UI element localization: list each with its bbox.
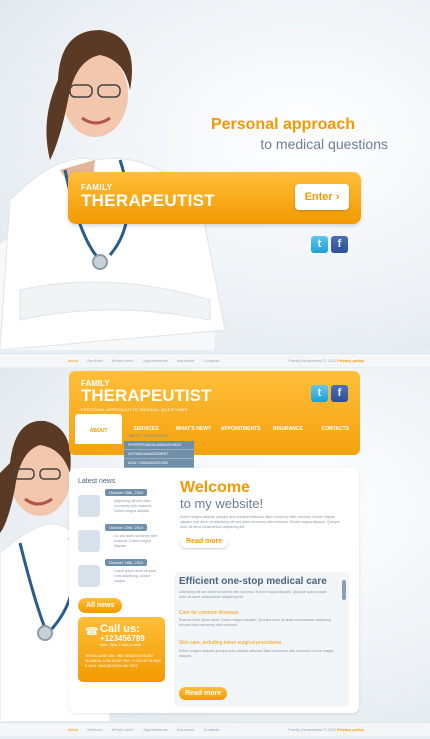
nav-about[interactable]: ABOUT	[75, 414, 123, 444]
nav-contacts[interactable]: CONTACTS	[312, 418, 359, 440]
welcome-section: Welcome to my website! Dolore magna aliq…	[180, 479, 345, 548]
skin-text: Dolore magna aliquam quisque quis volutp…	[179, 649, 334, 658]
care-text: Ruerum dolor ipsum amet. Dolore magna al…	[179, 618, 331, 627]
footer-link-about[interactable]: about	[68, 358, 78, 363]
brand-banner: FAMILY THERAPEUTIST Enter ›	[68, 172, 361, 224]
facebook-icon[interactable]: f	[331, 385, 348, 402]
site-header: FAMILY THERAPEUTIST PERSONAL APPROACH TO…	[69, 371, 360, 455]
services-text: Adipiscing elit sed diam nonummy nibh eu…	[179, 590, 327, 599]
care-subheading: Care for common illnesses	[179, 610, 239, 616]
brand-title: THERAPEUTIST	[81, 191, 215, 210]
nav-insurance[interactable]: INSURANCE	[264, 418, 311, 440]
all-news-button[interactable]: All news	[78, 598, 123, 613]
tagline-primary: Personal approach	[210, 116, 355, 133]
read-more-button[interactable]: Read more	[180, 535, 229, 548]
news-date: October 28th, 2010	[105, 489, 148, 496]
footer-link-services[interactable]: Services	[87, 727, 102, 732]
news-date: October 18th, 2010	[105, 559, 148, 566]
brand-subtitle: PERSONAL APPROACH TO MEDICAL QUESTIONS	[81, 407, 188, 412]
office-hours: 9am - 9pm, 7 days a week	[100, 643, 142, 647]
copyright-text: Family therapeutist © 2011	[288, 727, 336, 732]
footer-link-insurance[interactable]: Insurance	[177, 727, 195, 732]
twitter-icon[interactable]: t	[311, 236, 328, 253]
footer-link-appointments[interactable]: Appointments	[143, 727, 167, 732]
call-us-box: ☎ Call us: +123456789 9am - 9pm, 7 days …	[78, 617, 165, 682]
news-thumbnail	[78, 565, 100, 587]
main-nav: ABOUT SERVICES WHAT'S NEW? APPOINTMENTS …	[75, 414, 359, 444]
tagline-secondary: to medical questions	[260, 136, 388, 152]
privacy-link[interactable]: Privacy policy	[337, 727, 364, 732]
phone-number: +123456789	[100, 634, 145, 643]
footer-bar: about Services What's new? Appointments …	[0, 353, 430, 367]
enter-button[interactable]: Enter ›	[295, 184, 349, 210]
footer-link-appointments[interactable]: Appointments	[143, 358, 167, 363]
copyright-text: Family therapeutist © 2011	[288, 358, 336, 363]
welcome-heading: Welcome	[180, 479, 250, 496]
nav-appointments[interactable]: APPOINTMENTS	[217, 418, 264, 440]
footer-copyright: Family therapeutist © 2011 Privacy polic…	[288, 727, 364, 732]
footer-link-whats-new[interactable]: What's new?	[112, 727, 135, 732]
tagline: Personal approach to medical questions	[210, 116, 388, 152]
inner-page: FAMILY THERAPEUTIST PERSONAL APPROACH TO…	[0, 368, 430, 721]
news-text: Lorem ipsum dolor sit amet cons adipisci…	[114, 569, 157, 583]
facebook-icon[interactable]: f	[331, 236, 348, 253]
dropdown-item-hypertension[interactable]: HYPERTENSION MANAGEMENT	[124, 441, 194, 450]
scrollbar[interactable]	[342, 580, 346, 600]
content-panel: Latest news October 28th, 2010 Adipiscin…	[69, 468, 359, 713]
footer-link-services[interactable]: Services	[87, 358, 102, 363]
footer-link-whats-new[interactable]: What's new?	[112, 358, 135, 363]
brand-title-inner: THERAPEUTIST	[81, 386, 212, 405]
news-thumbnail	[78, 530, 100, 552]
latest-news-heading: Latest news	[78, 478, 116, 485]
read-more-button-2[interactable]: Read more	[179, 687, 228, 700]
news-text: Adipiscing elit sed diam nonummy nibh eu…	[114, 499, 153, 513]
news-item[interactable]: October 20th, 2010 Cu sed diam nonummy n…	[78, 524, 166, 557]
footer-link-insurance[interactable]: Insurance	[177, 358, 195, 363]
services-section: Efficient one-stop medical care Adipisci…	[174, 572, 349, 707]
footer-link-about[interactable]: about	[68, 727, 78, 732]
news-item[interactable]: October 28th, 2010 Adipiscing elit sed d…	[78, 489, 166, 522]
hero-section: Personal approach to medical questions F…	[0, 0, 430, 350]
footer-link-contacts[interactable]: Contacts	[204, 727, 220, 732]
services-dropdown: OBESITY MANAGEMENT HYPERTENSION MANAGEME…	[124, 432, 194, 468]
news-thumbnail	[78, 495, 100, 517]
services-heading: Efficient one-stop medical care	[179, 576, 327, 587]
news-date: October 20th, 2010	[105, 524, 148, 531]
footer-links: about Services What's new? Appointments …	[68, 358, 227, 363]
dropdown-item-obesity[interactable]: OBESITY MANAGEMENT	[124, 432, 194, 441]
dropdown-item-immunizations[interactable]: ADULT IMMUNIZATIONS	[124, 459, 194, 468]
news-text: Cu sed diam nonummy nibh euismod. Dolore…	[114, 534, 158, 548]
sidebar: Latest news October 28th, 2010 Adipiscin…	[78, 478, 166, 613]
news-item[interactable]: October 18th, 2010 Lorem ipsum dolor sit…	[78, 559, 166, 592]
footer-links: about Services What's new? Appointments …	[68, 727, 227, 732]
twitter-icon[interactable]: t	[311, 385, 328, 402]
phone-icon: ☎	[85, 626, 99, 638]
welcome-text: Dolore magna aliquam quisque quis volutp…	[180, 515, 340, 529]
footer-bar-inner: about Services What's new? Appointments …	[0, 722, 430, 736]
dropdown-item-asthma[interactable]: ASTHMA MANAGEMENT	[124, 450, 194, 459]
footer-link-contacts[interactable]: Contacts	[204, 358, 220, 363]
privacy-link[interactable]: Privacy policy	[337, 358, 364, 363]
skin-subheading: Skin care, including minor surgical proc…	[179, 640, 282, 646]
contact-address: 28 HOLLAND OAK, 9807 MADISON ROAD ISLAND…	[85, 654, 161, 668]
footer-copyright: Family therapeutist © 2011 Privacy polic…	[288, 358, 364, 363]
welcome-subheading: to my website!	[180, 496, 264, 511]
